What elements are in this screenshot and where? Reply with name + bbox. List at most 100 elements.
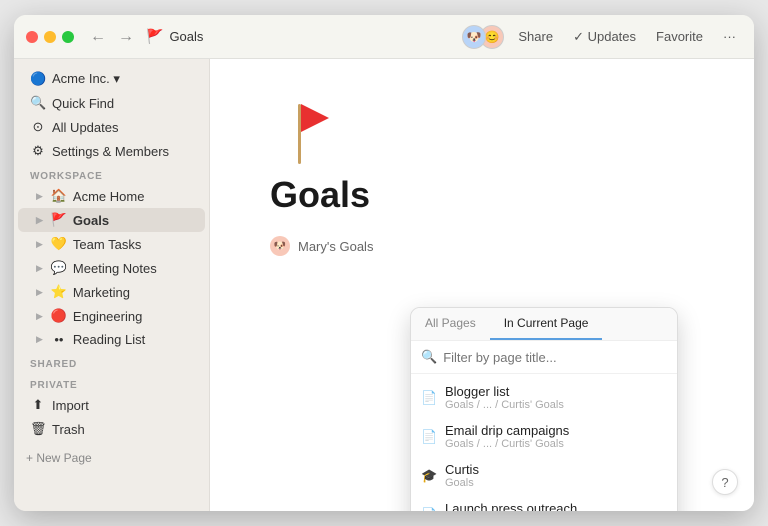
arrow-icon: ▶ — [36, 191, 43, 202]
item-title: Email drip campaigns — [445, 423, 617, 438]
page-title: Goals — [270, 174, 694, 216]
trash-popup: All Pages In Current Page 🔍 📄 Blogger li… — [410, 307, 678, 511]
sidebar-item-goals[interactable]: ▶ 🚩 Goals — [18, 208, 205, 232]
new-page-label: + New Page — [26, 451, 92, 465]
main-content: Goals 🐶 Mary's Goals All Pages In Curren… — [210, 59, 754, 511]
sidebar-item-engineering[interactable]: ▶ 🔴 Engineering — [18, 304, 205, 328]
item-content: Blogger list Goals / ... / Curtis' Goals — [445, 384, 617, 411]
delete-button[interactable]: 🗑 — [645, 504, 667, 511]
reading-icon: •• — [51, 332, 67, 347]
item-content: Email drip campaigns Goals / ... / Curti… — [445, 423, 617, 450]
nav-buttons: ← → — [86, 26, 138, 48]
maximize-button[interactable] — [62, 31, 74, 43]
search-input[interactable] — [443, 350, 667, 365]
delete-button[interactable]: 🗑 — [645, 426, 667, 447]
import-icon: ⬆ — [30, 397, 46, 413]
content-area: 🔵 Acme Inc. ▾ 🔍 Quick Find ⊙ All Updates… — [14, 59, 754, 511]
arrow-icon: ▶ — [36, 311, 43, 322]
more-button[interactable]: ··· — [717, 26, 742, 47]
sidebar-item-team-tasks[interactable]: ▶ 💛 Team Tasks — [18, 232, 205, 256]
sidebar-item-label: Acme Inc. ▾ — [52, 71, 120, 87]
share-button[interactable]: Share — [512, 26, 559, 47]
sidebar-item-label: Acme Home — [73, 189, 145, 204]
restore-button[interactable]: ↩ — [625, 387, 641, 408]
item-title: Blogger list — [445, 384, 617, 399]
forward-button[interactable]: → — [114, 26, 138, 48]
popup-list: 📄 Blogger list Goals / ... / Curtis' Goa… — [411, 374, 677, 511]
list-item[interactable]: 📄 Email drip campaigns Goals / ... / Cur… — [411, 417, 677, 456]
sidebar-item-settings[interactable]: ⚙ Settings & Members — [18, 139, 205, 163]
tab-current-page[interactable]: In Current Page — [490, 308, 603, 340]
item-path: Goals / ... / Curtis' Goals — [445, 438, 617, 450]
shared-section-label: SHARED — [14, 351, 209, 372]
sidebar-item-quick-find[interactable]: 🔍 Quick Find — [18, 91, 205, 115]
doc-icon: 📄 — [421, 390, 437, 406]
private-section-label: PRIVATE — [14, 372, 209, 393]
arrow-icon: ▶ — [36, 334, 43, 345]
author-row: 🐶 Mary's Goals — [270, 236, 694, 256]
item-path: Goals / ... / Curtis' Goals — [445, 399, 617, 411]
arrow-icon: ▶ — [36, 239, 43, 250]
back-button[interactable]: ← — [86, 26, 110, 48]
sidebar-item-reading-list[interactable]: ▶ •• Reading List — [18, 328, 205, 351]
sidebar-item-label: All Updates — [52, 120, 118, 135]
sidebar-item-meeting-notes[interactable]: ▶ 💬 Meeting Notes — [18, 256, 205, 280]
marketing-icon: ⭐ — [51, 284, 67, 300]
sidebar-item-acme-home[interactable]: ▶ 🏠 Acme Home — [18, 184, 205, 208]
list-item[interactable]: 📄 Launch press outreach Goals / ... / Cu… — [411, 495, 677, 511]
user-avatars: 🐶 😊 — [462, 25, 504, 49]
restore-button[interactable]: ↩ — [625, 465, 641, 486]
restore-button[interactable]: ↩ — [625, 504, 641, 511]
app-window: ← → 🚩 Goals 🐶 😊 Share ✓ Updates Favorite… — [14, 15, 754, 511]
sidebar-item-label: Import — [52, 398, 89, 413]
list-item[interactable]: 📄 Blogger list Goals / ... / Curtis' Goa… — [411, 378, 677, 417]
sidebar-item-label: Settings & Members — [52, 144, 169, 159]
popup-tabs: All Pages In Current Page — [411, 308, 677, 341]
favorite-button[interactable]: Favorite — [650, 26, 709, 47]
sidebar-item-label: Trash — [52, 422, 85, 437]
sidebar-item-label: Quick Find — [52, 96, 114, 111]
notes-icon: 💬 — [51, 260, 67, 276]
author-avatar: 🐶 — [270, 236, 290, 256]
eng-icon: 🔴 — [51, 308, 67, 324]
sidebar-item-import[interactable]: ⬆ Import — [18, 393, 205, 417]
author-name: Mary's Goals — [298, 239, 373, 254]
tasks-icon: 💛 — [51, 236, 67, 252]
minimize-button[interactable] — [44, 31, 56, 43]
arrow-icon: ▶ — [36, 215, 43, 226]
breadcrumb: 🚩 Goals — [146, 28, 203, 45]
item-path: Goals — [445, 477, 617, 489]
sidebar-item-label: Meeting Notes — [73, 261, 157, 276]
hat-icon: 🎓 — [421, 468, 437, 484]
delete-button[interactable]: 🗑 — [645, 465, 667, 486]
trash-icon: 🗑 — [30, 421, 46, 437]
restore-button[interactable]: ↩ — [625, 426, 641, 447]
sidebar: 🔵 Acme Inc. ▾ 🔍 Quick Find ⊙ All Updates… — [14, 59, 210, 511]
delete-button[interactable]: 🗑 — [645, 387, 667, 408]
sidebar-item-marketing[interactable]: ▶ ⭐ Marketing — [18, 280, 205, 304]
workspace-section-label: WORKSPACE — [14, 163, 209, 184]
list-item[interactable]: 🎓 Curtis Goals ↩ 🗑 — [411, 456, 677, 495]
titlebar: ← → 🚩 Goals 🐶 😊 Share ✓ Updates Favorite… — [14, 15, 754, 59]
home-icon: 🏠 — [51, 188, 67, 204]
new-page-button[interactable]: + New Page — [14, 445, 209, 471]
updates-icon: ⊙ — [30, 119, 46, 135]
sidebar-item-acme-inc[interactable]: 🔵 Acme Inc. ▾ — [18, 67, 205, 91]
help-button[interactable]: ? — [712, 469, 738, 495]
sidebar-item-label: Team Tasks — [73, 237, 141, 252]
popup-search-bar: 🔍 — [411, 341, 677, 374]
arrow-icon: ▶ — [36, 263, 43, 274]
sidebar-item-all-updates[interactable]: ⊙ All Updates — [18, 115, 205, 139]
arrow-icon: ▶ — [36, 287, 43, 298]
sidebar-item-label: Engineering — [73, 309, 142, 324]
titlebar-right: 🐶 😊 Share ✓ Updates Favorite ··· — [462, 25, 742, 49]
breadcrumb-title: Goals — [169, 29, 203, 44]
item-content: Launch press outreach Goals / ... / Curt… — [445, 501, 617, 511]
sidebar-item-trash[interactable]: 🗑 Trash — [18, 417, 205, 441]
close-button[interactable] — [26, 31, 38, 43]
sidebar-item-label: Goals — [73, 213, 109, 228]
tab-all-pages[interactable]: All Pages — [411, 308, 490, 340]
updates-button[interactable]: ✓ Updates — [567, 26, 642, 48]
flag-icon: 🚩 — [146, 28, 163, 45]
item-title: Curtis — [445, 462, 617, 477]
